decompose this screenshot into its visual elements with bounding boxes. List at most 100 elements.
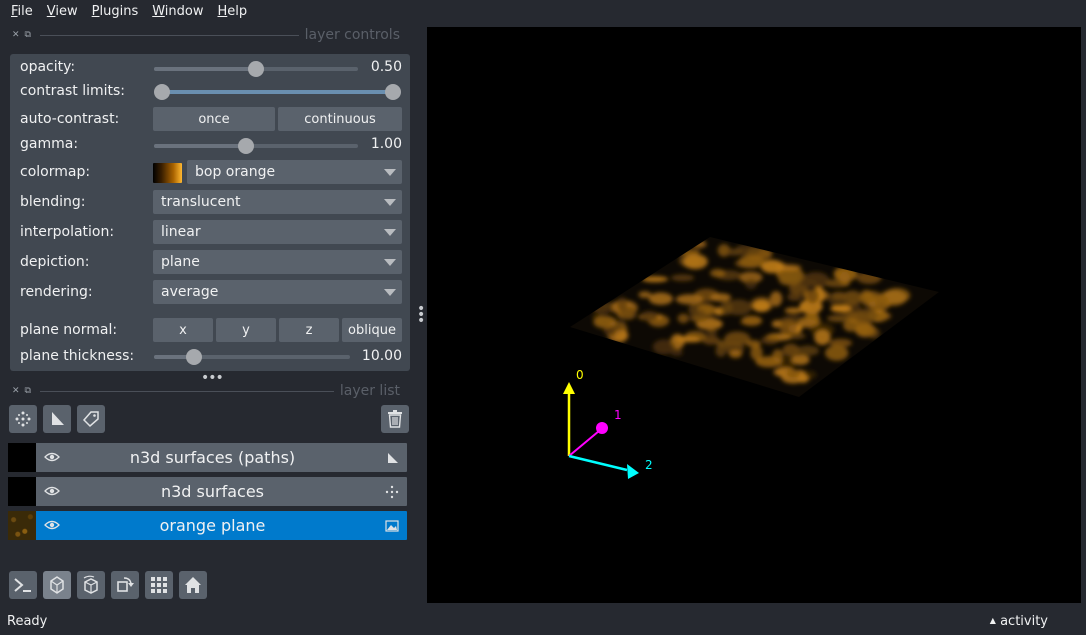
plane-normal-z-button[interactable]: z — [279, 318, 339, 342]
interpolation-select[interactable]: linear — [153, 220, 402, 244]
plane-texture-blob — [784, 307, 803, 314]
title-divider — [40, 34, 299, 36]
blending-select[interactable]: translucent — [153, 190, 402, 214]
opacity-value: 0.50 — [370, 59, 402, 75]
viewer-canvas[interactable]: 0 1 2 — [427, 27, 1081, 603]
plane-normal-oblique-button[interactable]: oblique — [342, 318, 402, 342]
opacity-slider[interactable] — [154, 61, 358, 77]
auto-contrast-once-button[interactable]: once — [153, 107, 275, 131]
menu-view[interactable]: View — [40, 1, 85, 23]
plane-texture-blob — [862, 292, 874, 303]
axis-1-label: 1 — [614, 408, 622, 422]
plane-texture-blob — [875, 295, 889, 308]
plane-texture-blob — [720, 300, 733, 316]
shapes-icon — [388, 453, 398, 463]
layer-name: orange plane — [159, 516, 266, 535]
plane-texture-blob — [716, 340, 731, 348]
contrast-high-handle[interactable] — [385, 84, 401, 100]
opacity-label: opacity: — [20, 59, 76, 75]
gamma-slider[interactable] — [154, 138, 358, 154]
plane-texture-blob — [787, 292, 802, 301]
layer-row[interactable]: n3d surfaces — [8, 477, 407, 506]
gamma-row: gamma: 1.00 — [10, 132, 410, 158]
transpose-icon — [117, 577, 134, 592]
transpose-dims-button[interactable] — [111, 571, 139, 599]
plane-normal-x-button[interactable]: x — [153, 318, 213, 342]
plane-texture-blob — [710, 268, 726, 278]
auto-contrast-row: auto-contrast: once continuous — [10, 107, 410, 133]
plane-texture-blob — [827, 291, 851, 307]
home-icon — [185, 577, 201, 593]
plane-texture-blob — [782, 343, 800, 357]
depiction-select[interactable]: plane — [153, 250, 402, 274]
delete-layer-button[interactable] — [381, 405, 409, 433]
plane-texture-blob — [640, 310, 659, 322]
opacity-row: opacity: 0.50 — [10, 55, 410, 81]
plane-texture-blob — [674, 248, 701, 256]
activity-button[interactable]: ▲ activity — [990, 614, 1048, 629]
contrast-limits-slider[interactable] — [154, 84, 401, 100]
opacity-slider-handle[interactable] — [248, 61, 264, 77]
plane-texture-blob — [683, 254, 708, 270]
plane-texture-blob — [591, 301, 613, 314]
interpolation-label: interpolation: — [20, 224, 115, 240]
chevron-up-icon: ▲ — [989, 616, 996, 625]
plane-texture-blob — [752, 299, 771, 312]
plane-texture-blob — [670, 349, 683, 356]
plane-texture-blob — [777, 264, 802, 271]
toggle-ndisplay-button[interactable] — [43, 571, 71, 599]
axis-2-arrow — [627, 464, 639, 479]
plane-normal-y-button[interactable]: y — [216, 318, 276, 342]
auto-contrast-continuous-button[interactable]: continuous — [278, 107, 402, 131]
plane-texture-blob — [694, 288, 720, 302]
chevron-down-icon — [384, 259, 396, 266]
menu-file[interactable]: File — [4, 1, 40, 23]
colormap-label: colormap: — [20, 164, 91, 180]
plane-texture-blob — [814, 329, 831, 346]
splitter-handle[interactable]: • • • — [417, 302, 425, 328]
float-dock-icon[interactable]: ⧉ — [25, 386, 31, 396]
colormap-select[interactable]: bop orange — [187, 160, 402, 184]
new-shapes-layer-button[interactable] — [43, 405, 71, 433]
rendering-label: rendering: — [20, 284, 93, 300]
chevron-down-icon — [384, 169, 396, 176]
plane-texture-blob — [856, 271, 882, 284]
close-dock-icon[interactable]: ✕ — [12, 386, 20, 396]
menu-window[interactable]: Window — [145, 1, 210, 23]
menu-plugins[interactable]: Plugins — [85, 1, 146, 23]
layer-thumbnail — [8, 511, 36, 540]
plane-thickness-value: 10.00 — [361, 348, 402, 364]
plane-normal-row: plane normal: x y z oblique — [10, 318, 410, 344]
plane-thickness-label: plane thickness: — [20, 348, 135, 364]
status-bar: Ready ▲ activity — [0, 611, 1086, 635]
plane-texture-blob — [779, 319, 798, 336]
layer-row[interactable]: n3d surfaces (paths) — [8, 443, 407, 472]
plane-texture-blob — [614, 329, 628, 341]
plane-texture-blob — [675, 336, 701, 343]
roll-dims-button[interactable] — [77, 571, 105, 599]
grid-view-button[interactable] — [145, 571, 173, 599]
plane-texture-blob — [856, 308, 879, 323]
plane-thickness-slider-handle[interactable] — [186, 349, 202, 365]
menu-help[interactable]: Help — [211, 1, 255, 23]
layer-list-label: layer list — [339, 383, 400, 399]
home-button[interactable] — [179, 571, 207, 599]
plane-texture-blob — [806, 288, 819, 304]
close-dock-icon[interactable]: ✕ — [12, 30, 20, 40]
float-dock-icon[interactable]: ⧉ — [25, 30, 31, 40]
status-text: Ready — [7, 614, 48, 629]
plane-texture-blob — [677, 313, 689, 324]
layer-row-selected[interactable]: orange plane — [8, 511, 407, 540]
axis-1-marker — [596, 422, 608, 434]
contrast-low-handle[interactable] — [154, 84, 170, 100]
layer-thumbnail — [8, 477, 36, 506]
new-labels-layer-button[interactable] — [77, 405, 105, 433]
plane-texture-blob — [825, 345, 849, 361]
console-button[interactable] — [9, 571, 37, 599]
interpolation-value: linear — [161, 224, 201, 240]
rendering-select[interactable]: average — [153, 280, 402, 304]
image-icon — [385, 520, 399, 532]
plane-thickness-slider[interactable] — [154, 349, 350, 365]
gamma-slider-handle[interactable] — [238, 138, 254, 154]
new-points-layer-button[interactable] — [9, 405, 37, 433]
